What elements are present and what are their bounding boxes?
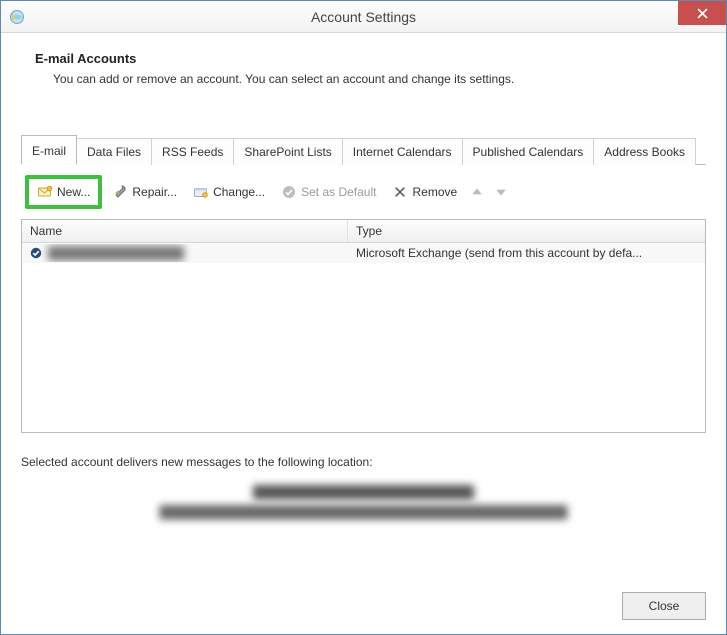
highlight-new: New... (25, 175, 102, 209)
check-circle-icon (281, 184, 297, 200)
page-title: E-mail Accounts (35, 51, 706, 66)
tabstrip: E-mail Data Files RSS Feeds SharePoint L… (21, 134, 706, 165)
tab-address-books[interactable]: Address Books (593, 138, 696, 165)
delivery-location-line1: ██████████████████████████ (21, 485, 706, 499)
x-icon (392, 184, 408, 200)
change-button-label: Change... (213, 185, 265, 199)
tab-published-calendars[interactable]: Published Calendars (462, 138, 595, 165)
tab-rss-feeds[interactable]: RSS Feeds (151, 138, 234, 165)
delivery-location-detail: ██████████████████████████ █████████████… (21, 485, 706, 519)
delivery-location-label: Selected account delivers new messages t… (21, 455, 706, 469)
arrow-down-icon (495, 186, 507, 198)
repair-button[interactable]: Repair... (106, 180, 183, 204)
change-button[interactable]: Change... (187, 180, 271, 204)
account-name: ████████████████ (48, 246, 184, 260)
page-description: You can add or remove an account. You ca… (35, 72, 706, 86)
account-type: Microsoft Exchange (send from this accou… (348, 244, 705, 262)
window-close-button[interactable] (678, 1, 726, 25)
tab-email[interactable]: E-mail (21, 135, 77, 165)
account-row[interactable]: ████████████████ Microsoft Exchange (sen… (22, 243, 705, 263)
repair-button-label: Repair... (132, 185, 177, 199)
app-icon (9, 9, 25, 25)
close-button[interactable]: Close (622, 592, 706, 620)
tab-data-files[interactable]: Data Files (76, 138, 152, 165)
remove-button-label: Remove (412, 185, 457, 199)
envelope-new-icon (37, 184, 53, 200)
column-header-name[interactable]: Name (22, 220, 348, 242)
window-title: Account Settings (1, 9, 726, 25)
titlebar: Account Settings (1, 1, 726, 33)
header-block: E-mail Accounts You can add or remove an… (21, 51, 706, 102)
arrow-up-icon (471, 186, 483, 198)
set-default-button-label: Set as Default (301, 185, 376, 199)
toolbar: New... Repair... Change... (21, 165, 706, 219)
move-down-button[interactable] (491, 185, 511, 199)
folder-change-icon (193, 184, 209, 200)
new-button-label: New... (57, 185, 90, 199)
column-header-type[interactable]: Type (348, 220, 705, 242)
move-up-button[interactable] (467, 185, 487, 199)
remove-button[interactable]: Remove (386, 180, 463, 204)
tab-sharepoint-lists[interactable]: SharePoint Lists (233, 138, 342, 165)
tab-internet-calendars[interactable]: Internet Calendars (342, 138, 463, 165)
default-account-icon (30, 247, 42, 259)
wrench-icon (112, 184, 128, 200)
list-header: Name Type (22, 220, 705, 243)
delivery-location-line2: ████████████████████████████████████████… (21, 505, 706, 519)
account-list: Name Type ████████████████ Microsoft Exc… (21, 219, 706, 433)
close-icon (697, 8, 708, 19)
new-button[interactable]: New... (31, 180, 96, 204)
set-default-button[interactable]: Set as Default (275, 180, 382, 204)
button-bar: Close (622, 592, 706, 620)
